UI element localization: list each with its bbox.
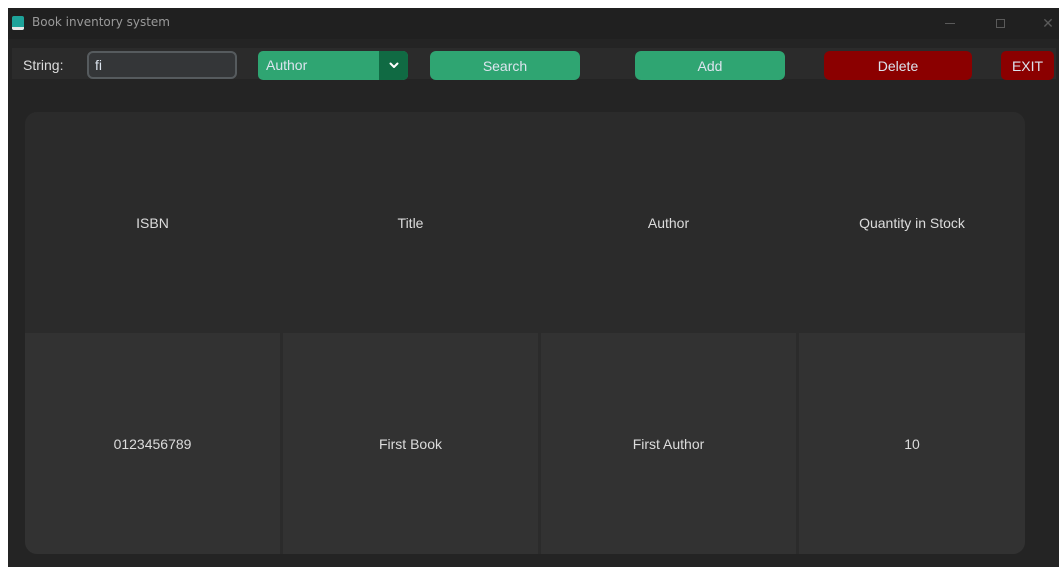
search-field-dropdown[interactable]: Author <box>258 51 408 80</box>
string-label: String: <box>23 57 64 73</box>
search-string-input[interactable] <box>87 51 237 79</box>
table-cell-isbn[interactable]: 0123456789 <box>25 333 280 554</box>
book-app-icon <box>12 16 24 30</box>
minimize-button[interactable] <box>930 8 970 39</box>
table-cell-quantity[interactable]: 10 <box>799 333 1025 554</box>
table-cell-title[interactable]: First Book <box>283 333 538 554</box>
search-button[interactable]: Search <box>430 51 580 80</box>
column-header-isbn[interactable]: ISBN <box>25 112 280 333</box>
column-header-author[interactable]: Author <box>541 112 796 333</box>
minimize-icon <box>945 23 955 24</box>
close-button[interactable]: ✕ <box>1028 8 1059 39</box>
toolbar: String: Author Search Add Delete EXIT <box>8 39 1059 89</box>
dropdown-arrow-button[interactable] <box>379 51 408 80</box>
app-window: Book inventory system ✕ String: Author S… <box>8 8 1059 567</box>
chevron-down-icon <box>389 62 398 68</box>
close-icon: ✕ <box>1042 15 1054 32</box>
maximize-button[interactable] <box>980 8 1020 39</box>
table-cell-author[interactable]: First Author <box>541 333 796 554</box>
delete-button[interactable]: Delete <box>824 51 972 80</box>
column-header-quantity[interactable]: Quantity in Stock <box>799 112 1025 333</box>
column-header-title[interactable]: Title <box>283 112 538 333</box>
title-bar[interactable]: Book inventory system ✕ <box>8 8 1059 39</box>
maximize-icon <box>995 19 1005 28</box>
inventory-table: ISBN Title Author Quantity in Stock 0123… <box>25 112 1025 554</box>
dropdown-selected-value: Author <box>266 57 308 73</box>
exit-button[interactable]: EXIT <box>1001 51 1054 80</box>
window-title: Book inventory system <box>32 15 170 29</box>
add-button[interactable]: Add <box>635 51 785 80</box>
